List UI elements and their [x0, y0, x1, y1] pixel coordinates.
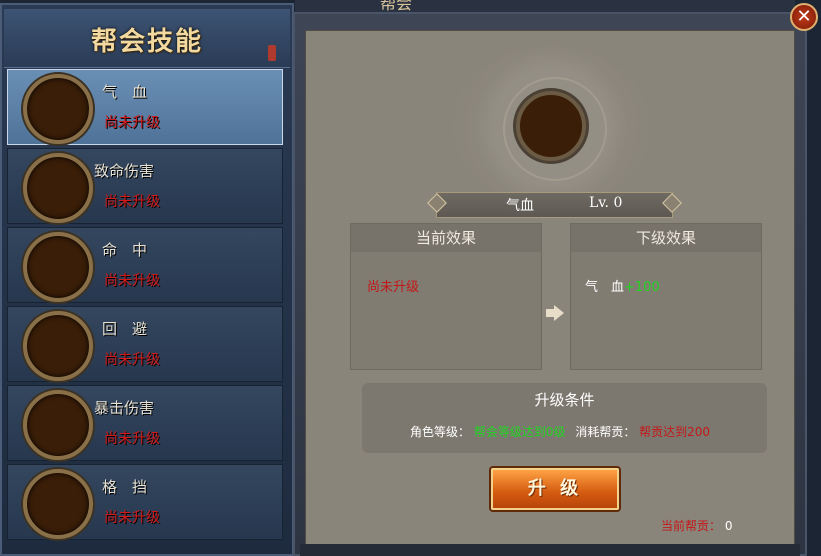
- next-effect-stat: 气 血: [585, 280, 625, 295]
- skill-status: 尚未升级: [104, 115, 160, 131]
- skill-icon: [23, 390, 93, 460]
- skill-item-block[interactable]: 格 挡 尚未升级: [7, 464, 283, 540]
- skill-item-hit[interactable]: 命 中 尚未升级: [7, 227, 283, 303]
- skill-name: 命 中: [102, 241, 148, 259]
- skill-icon: [23, 74, 93, 144]
- skill-name: 气 血: [102, 83, 148, 101]
- selected-skill-name: 气血: [506, 198, 534, 214]
- selected-skill-icon: [516, 91, 586, 161]
- skill-item-crit-damage[interactable]: 致命伤害 尚未升级: [7, 148, 283, 224]
- upgrade-conditions: 升级条件 角色等级： 帮会等级达到0级 消耗帮贡： 帮贡达到200: [362, 383, 767, 453]
- skill-item-dodge[interactable]: 回 避 尚未升级: [7, 306, 283, 382]
- skill-icon: [23, 232, 93, 302]
- cost-requirement: 帮贡达到200: [639, 425, 711, 439]
- skill-name-bar: [436, 192, 673, 218]
- role-level-label: 角色等级：: [410, 425, 471, 439]
- bottom-tab-strip: [300, 544, 800, 556]
- current-effect-value: 尚未升级: [367, 280, 420, 295]
- skill-icon: [23, 153, 93, 223]
- skill-status: 尚未升级: [104, 273, 160, 289]
- role-level-requirement: 帮会等级达到0级: [473, 425, 566, 439]
- next-effect-value: 气 血+100: [585, 276, 660, 295]
- seal-icon: [268, 45, 276, 61]
- next-effect-header: 下级效果: [571, 224, 761, 252]
- skill-item-hp[interactable]: 气 血 尚未升级: [7, 69, 283, 145]
- contribution-value: 0: [724, 519, 733, 533]
- skill-list-panel: 帮会技能 气 血 尚未升级 致命伤害 尚未升级 命 中 尚未升级 回 避 尚未升…: [0, 3, 294, 556]
- skill-name: 回 避: [102, 320, 148, 338]
- current-effect-header: 当前效果: [351, 224, 541, 252]
- upgrade-button[interactable]: 升 级: [491, 468, 619, 510]
- skill-status: 尚未升级: [104, 352, 160, 368]
- conditions-title: 升级条件: [534, 391, 595, 409]
- skill-list-title-bar: 帮会技能: [4, 9, 290, 68]
- skill-level: Lv. 0: [589, 195, 623, 211]
- conditions-line: 角色等级： 帮会等级达到0级 消耗帮贡： 帮贡达到200: [410, 423, 710, 440]
- skill-detail-panel: 气血 Lv. 0 当前效果 尚未升级 下级效果 气 血+100 升级条件 角色等…: [293, 12, 807, 556]
- skill-icon: [23, 311, 93, 381]
- skill-name: 格 挡: [102, 478, 148, 496]
- contribution-label: 当前帮贡：: [661, 519, 722, 533]
- skill-name: 致命伤害: [94, 162, 155, 180]
- close-button[interactable]: ✕: [790, 3, 818, 31]
- skill-name: 暴击伤害: [94, 399, 155, 417]
- skill-detail-content: 气血 Lv. 0 当前效果 尚未升级 下级效果 气 血+100 升级条件 角色等…: [305, 30, 795, 552]
- next-effect-box: 下级效果 气 血+100: [570, 223, 762, 370]
- cost-label: 消耗帮贡：: [575, 425, 636, 439]
- top-strip: [295, 0, 795, 12]
- skill-status: 尚未升级: [104, 194, 160, 210]
- current-contribution: 当前帮贡： 0: [661, 517, 732, 534]
- arrow-right-icon: [554, 305, 564, 321]
- skill-status: 尚未升级: [104, 431, 160, 447]
- skill-status: 尚未升级: [104, 510, 160, 526]
- next-effect-bonus: +100: [624, 280, 660, 295]
- current-effect-box: 当前效果 尚未升级: [350, 223, 542, 370]
- panel-title: 帮会技能: [90, 27, 203, 57]
- skill-icon: [23, 469, 93, 539]
- skill-item-crit-hit-damage[interactable]: 暴击伤害 尚未升级: [7, 385, 283, 461]
